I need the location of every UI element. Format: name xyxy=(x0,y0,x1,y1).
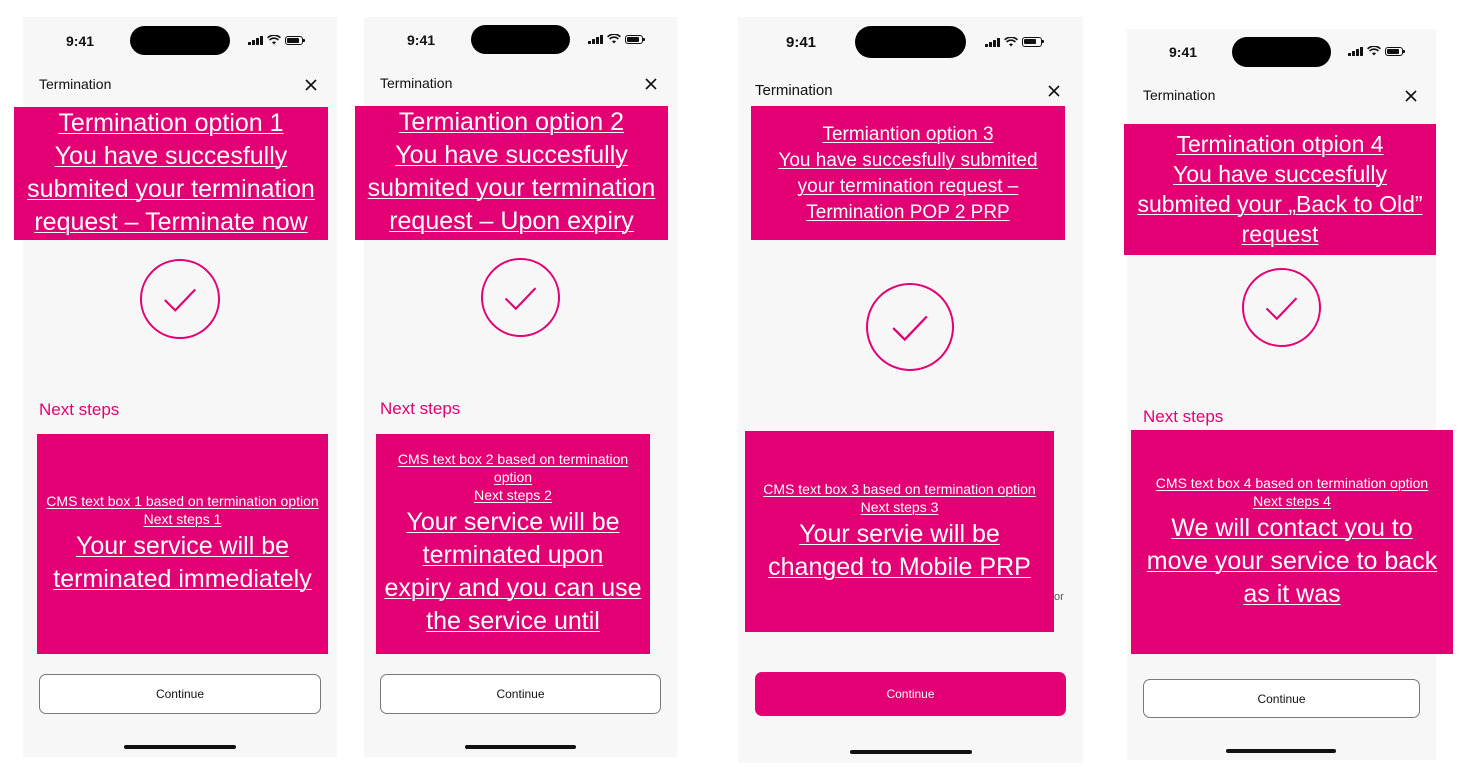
banner-line: Termination otpion 4 xyxy=(1176,131,1384,157)
page-title: Termination xyxy=(755,82,833,99)
cms-caption: Next steps 2 xyxy=(474,487,552,503)
service-message: changed to Mobile PRP xyxy=(768,553,1031,581)
cms-text-box: CMS text box 1 based on termination opti… xyxy=(37,434,328,654)
service-message: terminated upon xyxy=(422,541,604,569)
service-message: as it was xyxy=(1243,580,1341,608)
signal-icon xyxy=(985,37,1000,47)
status-icons xyxy=(588,34,645,44)
wifi-icon xyxy=(1366,46,1381,56)
continue-button[interactable]: Continue xyxy=(1143,679,1420,718)
status-time: 9:41 xyxy=(66,33,95,49)
partial-text: or xyxy=(1054,591,1064,603)
cms-caption: CMS text box 2 based on termination xyxy=(397,451,629,467)
next-steps-heading: Next steps xyxy=(1143,407,1224,426)
signal-icon xyxy=(1348,46,1363,56)
page-title: Termination xyxy=(1143,87,1216,103)
signal-icon xyxy=(588,34,603,44)
success-banner: Termination otpion 4 You have succesfull… xyxy=(1124,124,1436,255)
status-icons xyxy=(248,35,305,45)
battery-icon xyxy=(624,34,645,44)
banner-line: You have succesfully submited xyxy=(778,150,1038,171)
home-indicator xyxy=(850,750,972,754)
success-check-icon xyxy=(481,258,560,337)
banner-line: You have succesfully xyxy=(54,142,288,170)
dynamic-island xyxy=(130,26,230,55)
cms-text-box: CMS text box 2 based on termination opti… xyxy=(376,434,650,654)
service-message: terminated immediately xyxy=(53,565,312,593)
cms-text-box: CMS text box 4 based on termination opti… xyxy=(1131,430,1453,654)
banner-line: submited your „Back to Old” xyxy=(1137,191,1423,217)
page-title: Termination xyxy=(380,75,453,91)
status-time: 9:41 xyxy=(786,34,817,51)
service-message: Your service will be xyxy=(406,508,620,536)
banner-line: your termination request – xyxy=(797,176,1019,197)
wifi-icon xyxy=(266,35,281,45)
cms-caption: CMS text box 4 based on termination opti… xyxy=(1155,475,1429,491)
battery-icon xyxy=(1021,37,1044,47)
dynamic-island xyxy=(471,25,570,54)
continue-button[interactable]: Continue xyxy=(39,674,321,714)
cms-text-box: CMS text box 3 based on termination opti… xyxy=(745,431,1054,632)
close-icon[interactable] xyxy=(303,77,319,93)
battery-icon xyxy=(284,35,305,45)
service-message: Your service will be xyxy=(75,532,290,560)
battery-icon xyxy=(1384,46,1405,56)
home-indicator xyxy=(465,745,576,749)
page-title: Termination xyxy=(39,76,112,92)
cms-caption: option xyxy=(493,469,533,485)
status-time: 9:41 xyxy=(407,32,436,48)
banner-line: You have succesfully xyxy=(395,141,628,169)
service-message: Your servie will be xyxy=(799,520,1000,548)
banner-line: You have succesfully xyxy=(1173,161,1387,187)
banner-line: Termiantion option 2 xyxy=(398,108,625,136)
banner-line: Termination option 1 xyxy=(58,109,284,137)
next-steps-heading: Next steps xyxy=(39,400,120,419)
service-message: expiry and you can use xyxy=(384,574,642,602)
close-icon[interactable] xyxy=(1046,83,1062,99)
wifi-icon xyxy=(606,34,621,44)
next-steps-heading: Next steps xyxy=(380,399,461,418)
cms-caption: Next steps 3 xyxy=(860,499,939,515)
banner-line: request xyxy=(1241,221,1319,247)
continue-button[interactable]: Continue xyxy=(755,672,1066,716)
cms-caption: CMS text box 3 based on termination opti… xyxy=(763,481,1036,497)
banner-line: submited your termination xyxy=(27,175,315,203)
continue-button[interactable]: Continue xyxy=(380,674,661,714)
cms-caption: CMS text box 1 based on termination opti… xyxy=(46,493,319,509)
cms-caption: Next steps 4 xyxy=(1253,493,1331,509)
close-icon[interactable] xyxy=(643,76,659,92)
service-message: the service until xyxy=(426,607,600,635)
close-icon[interactable] xyxy=(1403,88,1419,104)
cms-caption: Next steps 1 xyxy=(143,511,222,527)
success-banner: Termination option 1 You have succesfull… xyxy=(14,107,328,240)
home-indicator xyxy=(1226,749,1336,753)
banner-line: submited your termination xyxy=(367,174,656,202)
wifi-icon xyxy=(1003,37,1018,47)
success-check-icon xyxy=(140,259,220,339)
status-icons xyxy=(1348,46,1405,56)
banner-line: request – Terminate now xyxy=(34,208,308,236)
service-message: We will contact you to xyxy=(1171,514,1413,542)
success-check-icon xyxy=(866,283,954,371)
banner-line: Termination POP 2 PRP xyxy=(806,202,1010,223)
dynamic-island xyxy=(1232,37,1331,67)
success-check-icon xyxy=(1242,268,1321,347)
status-time: 9:41 xyxy=(1169,44,1198,60)
status-icons xyxy=(985,37,1044,47)
success-banner: Termiantion option 3 You have succesfull… xyxy=(751,106,1065,240)
banner-line: Termiantion option 3 xyxy=(822,124,994,145)
dynamic-island xyxy=(855,26,966,58)
success-banner: Termiantion option 2 You have succesfull… xyxy=(355,106,668,240)
banner-line: request – Upon expiry xyxy=(389,207,634,235)
home-indicator xyxy=(124,745,236,749)
service-message: move your service to back xyxy=(1146,547,1438,575)
signal-icon xyxy=(248,35,263,45)
